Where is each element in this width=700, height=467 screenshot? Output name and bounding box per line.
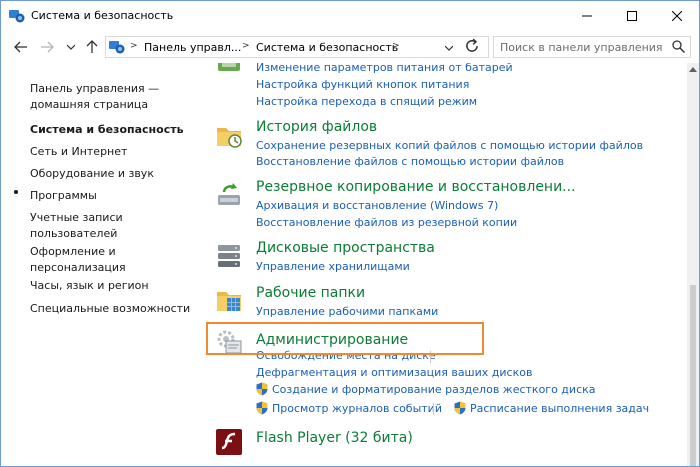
refresh-icon[interactable] bbox=[464, 38, 480, 54]
breadcrumb-system-security[interactable]: Система и безопасность bbox=[256, 41, 398, 54]
recent-locations-button[interactable] bbox=[63, 39, 79, 55]
back-arrow-icon bbox=[14, 41, 27, 53]
link-battery-power-settings[interactable]: Изменение параметров питания от батарей bbox=[256, 63, 513, 74]
sidebar-item-programs[interactable]: Программы bbox=[30, 188, 97, 204]
search-box[interactable] bbox=[493, 36, 691, 58]
sidebar-item-network-internet[interactable]: Сеть и Интернет bbox=[30, 144, 127, 160]
maximize-icon bbox=[626, 11, 637, 21]
link-defragment-optimize[interactable]: Дефрагментация и оптимизация ваших диско… bbox=[256, 366, 532, 379]
search-input[interactable] bbox=[494, 37, 668, 57]
uac-shield-icon bbox=[256, 382, 268, 396]
maximize-button[interactable] bbox=[609, 1, 654, 31]
flash-player-icon[interactable] bbox=[214, 427, 244, 457]
back-button[interactable] bbox=[13, 39, 29, 55]
address-bar[interactable]: > Панель управл... > Система и безопасно… bbox=[105, 36, 489, 58]
link-view-event-logs[interactable]: Просмотр журналов событий bbox=[272, 402, 442, 415]
link-sleep-settings[interactable]: Настройка перехода в спящий режим bbox=[256, 95, 477, 108]
scroll-up-arrow-icon[interactable] bbox=[689, 67, 697, 72]
sidebar-item-home[interactable]: Панель управления — домашняя страница bbox=[30, 81, 159, 113]
sidebar-item-system-security[interactable]: Система и безопасность bbox=[30, 122, 184, 138]
minimize-icon bbox=[581, 15, 592, 17]
backup-restore-title[interactable]: Резервное копирование и восстановлени... bbox=[256, 179, 576, 195]
highlight-box bbox=[206, 322, 484, 355]
storage-spaces-title[interactable]: Дисковые пространства bbox=[256, 240, 435, 256]
file-history-icon[interactable] bbox=[214, 120, 244, 150]
uac-shield-icon bbox=[454, 401, 466, 415]
flash-player-title[interactable]: Flash Player (32 бита) bbox=[256, 430, 413, 446]
link-schedule-tasks[interactable]: Расписание выполнения задач bbox=[470, 402, 649, 415]
link-backup-restore-win7[interactable]: Архивация и восстановление (Windows 7) bbox=[256, 199, 498, 212]
main-content: Изменение параметров питания от батарей … bbox=[201, 63, 687, 466]
storage-spaces-icon[interactable] bbox=[214, 241, 244, 271]
forward-button[interactable] bbox=[39, 39, 55, 55]
sidebar-item-appearance[interactable]: Оформление и персонализация bbox=[30, 244, 126, 276]
link-restore-from-backup[interactable]: Восстановление файлов из резервной копии bbox=[256, 216, 517, 229]
navigation-bar: > Панель управл... > Система и безопасно… bbox=[1, 31, 699, 63]
power-options-icon[interactable] bbox=[214, 63, 244, 79]
title-bar: Система и безопасность bbox=[1, 1, 699, 31]
link-separator bbox=[433, 403, 434, 415]
chevron-right-icon[interactable]: > bbox=[392, 41, 400, 51]
control-panel-window: Система и безопасность > Панель управл..… bbox=[0, 0, 700, 467]
chevron-right-icon[interactable]: > bbox=[242, 41, 250, 51]
sidebar-item-hardware-sound[interactable]: Оборудование и звук bbox=[30, 166, 154, 182]
link-restore-file-history[interactable]: Восстановление файлов с помощью истории … bbox=[256, 155, 564, 168]
chevron-right-icon[interactable]: > bbox=[130, 41, 138, 51]
link-manage-storage-spaces[interactable]: Управление хранилищами bbox=[256, 260, 410, 273]
close-button[interactable] bbox=[654, 1, 699, 31]
up-button[interactable] bbox=[84, 39, 100, 55]
search-icon[interactable] bbox=[672, 40, 685, 53]
vertical-scrollbar[interactable] bbox=[687, 63, 699, 466]
breadcrumb-control-panel[interactable]: Панель управл... bbox=[144, 41, 241, 54]
link-create-format-partitions[interactable]: Создание и форматирование разделов жестк… bbox=[272, 383, 596, 396]
file-history-title[interactable]: История файлов bbox=[256, 119, 377, 135]
link-power-buttons[interactable]: Настройка функций кнопок питания bbox=[256, 78, 469, 91]
sidebar: Панель управления — домашняя страница Си… bbox=[1, 63, 201, 466]
sidebar-item-ease-of-access[interactable]: Специальные возможности bbox=[30, 301, 190, 317]
uac-shield-icon bbox=[256, 401, 268, 415]
window-title: Система и безопасность bbox=[31, 9, 174, 22]
minimize-button[interactable] bbox=[564, 1, 609, 31]
control-panel-location-icon bbox=[109, 41, 125, 54]
chevron-down-icon bbox=[67, 44, 75, 50]
backup-restore-icon[interactable] bbox=[214, 179, 244, 209]
sidebar-item-clock-language-region[interactable]: Часы, язык и регион bbox=[30, 278, 149, 294]
link-save-backup-copies[interactable]: Сохранение резервных копий файлов с помо… bbox=[256, 139, 643, 152]
sidebar-item-user-accounts[interactable]: Учетные записи пользователей bbox=[30, 210, 123, 242]
control-panel-app-icon bbox=[9, 10, 25, 23]
work-folders-title[interactable]: Рабочие папки bbox=[256, 285, 365, 301]
link-manage-work-folders[interactable]: Управление рабочими папками bbox=[256, 305, 438, 318]
address-dropdown-icon[interactable] bbox=[445, 45, 453, 51]
scrollbar-thumb[interactable] bbox=[690, 285, 696, 466]
current-item-bullet bbox=[14, 190, 18, 194]
forward-arrow-icon bbox=[41, 41, 54, 53]
up-arrow-icon bbox=[86, 40, 98, 53]
work-folders-icon[interactable] bbox=[214, 285, 244, 315]
close-icon bbox=[671, 11, 682, 21]
